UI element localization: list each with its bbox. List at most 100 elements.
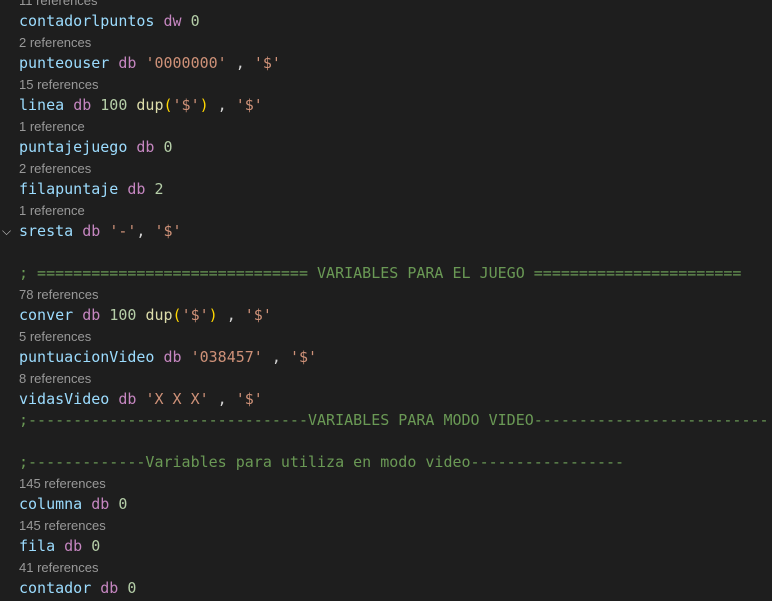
code-token: '$' <box>244 306 272 324</box>
code-token: sresta <box>19 222 74 240</box>
code-line: punteouser db '0000000' , '$' <box>19 53 281 73</box>
codelens-references-link[interactable]: 11 references <box>19 0 98 9</box>
code-token: 0 <box>163 138 173 156</box>
code-token: '$' <box>154 222 182 240</box>
code-token: db <box>163 348 182 366</box>
code-token: ; ============================== VARIABL… <box>19 264 742 282</box>
code-token: dup <box>145 306 173 324</box>
code-token: 0 <box>118 495 128 513</box>
code-token: , <box>262 348 290 366</box>
code-token: ( <box>172 306 182 324</box>
code-token: '038457' <box>190 348 263 366</box>
code-line: filapuntaje db 2 <box>19 179 164 199</box>
code-token: db <box>91 495 110 513</box>
code-line: columna db 0 <box>19 494 127 514</box>
code-line: conver db 100 dup('$') , '$' <box>19 305 272 325</box>
code-line: puntajejuego db 0 <box>19 137 173 157</box>
code-token: , <box>208 96 236 114</box>
code-line: ; ============================== VARIABL… <box>19 263 741 283</box>
code-token: 0 <box>190 12 200 30</box>
code-line: contadorlpuntos dw 0 <box>19 11 200 31</box>
code-token: db <box>82 306 101 324</box>
code-line: ;-------------Variables para utiliza en … <box>19 452 624 472</box>
codelens-references-link[interactable]: 145 references <box>19 517 106 534</box>
code-token: , <box>208 390 236 408</box>
code-token: db <box>82 222 101 240</box>
code-token: 0 <box>127 579 137 597</box>
code-token: dw <box>163 12 182 30</box>
code-token: db <box>64 537 83 555</box>
code-token: db <box>118 54 137 72</box>
code-token: '$' <box>253 54 281 72</box>
chevron-down-icon[interactable]: ⌵ <box>2 221 14 241</box>
code-line: vidasVideo db 'X X X' , '$' <box>19 389 263 409</box>
codelens-references-link[interactable]: 5 references <box>19 328 91 345</box>
code-token: contadorlpuntos <box>19 12 155 30</box>
code-token: ( <box>163 96 173 114</box>
code-token: punteouser <box>19 54 110 72</box>
code-token: dup <box>136 96 164 114</box>
code-line: linea db 100 dup('$') , '$' <box>19 95 263 115</box>
code-token: '$' <box>235 390 263 408</box>
code-token: 100 <box>100 96 128 114</box>
codelens-references-link[interactable]: 41 references <box>19 559 99 576</box>
code-token: db <box>127 180 146 198</box>
code-token: fila <box>19 537 56 555</box>
code-token: , <box>226 54 254 72</box>
code-token: 'X X X' <box>145 390 209 408</box>
codelens-references-link[interactable]: 1 reference <box>19 118 85 135</box>
code-token: 100 <box>109 306 137 324</box>
codelens-references-link[interactable]: 15 references <box>19 76 99 93</box>
code-line: ;-------------------------------VARIABLE… <box>19 410 769 430</box>
codelens-references-link[interactable]: 2 references <box>19 34 91 51</box>
code-token: db <box>136 138 155 156</box>
code-token: filapuntaje <box>19 180 119 198</box>
code-token: '$' <box>181 306 209 324</box>
code-token: 0 <box>91 537 101 555</box>
code-token: db <box>73 96 92 114</box>
codelens-references-link[interactable]: 1 reference <box>19 202 85 219</box>
code-editor[interactable]: 11 references contadorlpuntos dw 0 2 refer… <box>0 0 772 601</box>
code-token: conver <box>19 306 74 324</box>
code-token: puntuacionVideo <box>19 348 155 366</box>
code-token: '$' <box>289 348 318 366</box>
code-token: , <box>217 306 245 324</box>
codelens-references-link[interactable]: 78 references <box>19 286 99 303</box>
code-token: ;-------------Variables para utiliza en … <box>19 453 625 471</box>
codelens-references-link[interactable]: 145 references <box>19 475 106 492</box>
code-token: ) <box>208 306 218 324</box>
code-token: '0000000' <box>145 54 227 72</box>
code-token: '-' <box>109 222 137 240</box>
codelens-references-link[interactable]: 2 references <box>19 160 91 177</box>
code-token: , <box>136 222 155 240</box>
code-token: db <box>100 579 119 597</box>
code-token: puntajejuego <box>19 138 128 156</box>
code-line: puntuacionVideo db '038457' , '$' <box>19 347 317 367</box>
code-token: ;-------------------------------VARIABLE… <box>19 411 769 429</box>
code-token: '$' <box>172 96 200 114</box>
codelens-references-link[interactable]: 8 references <box>19 370 91 387</box>
code-token: columna <box>19 495 83 513</box>
code-token: 2 <box>154 180 164 198</box>
code-token: '$' <box>235 96 263 114</box>
code-line: fila db 0 <box>19 536 100 556</box>
code-token: db <box>118 390 137 408</box>
code-line: contador db 0 <box>19 578 136 598</box>
code-token: linea <box>19 96 65 114</box>
